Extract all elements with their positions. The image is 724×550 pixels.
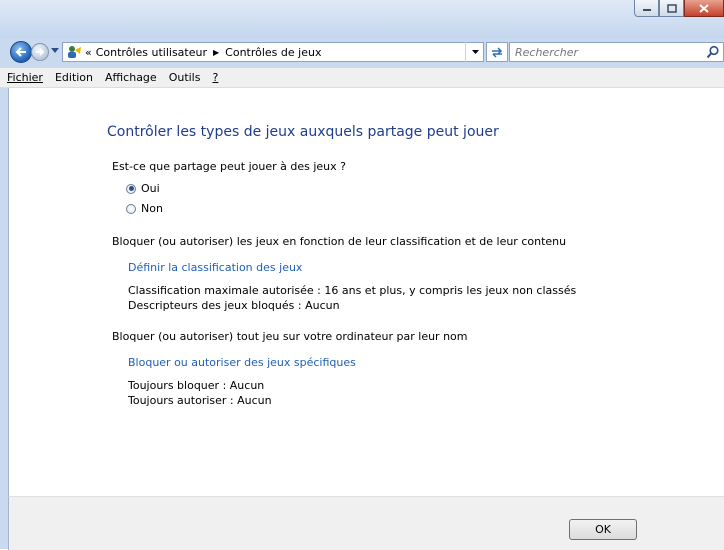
always-block-line: Toujours bloquer : Aucun — [128, 379, 265, 392]
breadcrumb-separator-icon[interactable]: ▶ — [213, 48, 219, 57]
close-button[interactable] — [684, 0, 724, 17]
close-icon — [699, 3, 709, 13]
minimize-icon — [642, 9, 651, 11]
maximize-icon — [666, 3, 677, 13]
back-arrow-icon — [15, 47, 26, 57]
breadcrumb-game-controls[interactable]: Contrôles de jeux — [225, 46, 321, 59]
max-rating-line: Classification maximale autorisée : 16 a… — [128, 284, 577, 297]
menu-help[interactable]: ? — [207, 71, 223, 84]
always-allow-line: Toujours autoriser : Aucun — [128, 394, 272, 407]
user-controls-icon — [68, 46, 81, 58]
menu-outils[interactable]: Outils — [164, 71, 206, 84]
menu-edition[interactable]: Edition — [50, 71, 98, 84]
radio-oui-button[interactable] — [126, 183, 136, 194]
set-game-rating-link[interactable]: Définir la classification des jeux — [128, 261, 302, 274]
minimize-button[interactable] — [634, 0, 659, 17]
menu-bar: Fichier Edition Affichage Outils ? — [0, 68, 724, 88]
maximize-button[interactable] — [659, 0, 684, 17]
recent-pages-icon[interactable] — [51, 48, 59, 54]
search-input[interactable] — [515, 45, 695, 59]
radio-non-button[interactable] — [126, 203, 136, 214]
search-box[interactable] — [509, 42, 724, 62]
radio-oui-label[interactable]: Oui — [141, 182, 160, 195]
menu-fichier[interactable]: Fichier — [2, 71, 48, 84]
address-bar[interactable]: « Contrôles utilisateur ▶ Contrôles de j… — [62, 42, 484, 62]
caption-buttons — [634, 0, 724, 18]
search-icon[interactable] — [706, 45, 720, 59]
radio-non[interactable]: Non — [126, 202, 163, 215]
content-area: Contrôler les types de jeux auxquels par… — [8, 88, 724, 496]
section-name-heading: Bloquer (ou autoriser) tout jeu sur votr… — [112, 330, 468, 343]
radio-selected-dot — [128, 186, 134, 191]
title-bar — [0, 0, 724, 38]
back-button[interactable] — [10, 41, 32, 63]
refresh-button[interactable] — [486, 42, 508, 62]
ok-button[interactable]: OK — [569, 519, 637, 540]
block-allow-games-link[interactable]: Bloquer ou autoriser des jeux spécifique… — [128, 356, 356, 369]
navigation-bar: « Contrôles utilisateur ▶ Contrôles de j… — [0, 40, 724, 64]
section-rating-heading: Bloquer (ou autoriser) les jeux en fonct… — [112, 235, 567, 248]
refresh-icon — [492, 47, 503, 58]
menu-affichage[interactable]: Affichage — [100, 71, 162, 84]
page-title: Contrôler les types de jeux auxquels par… — [107, 124, 499, 140]
footer: OK — [8, 496, 724, 550]
play-question: Est-ce que partage peut jouer à des jeux… — [112, 160, 346, 173]
chevron-down-icon — [471, 49, 479, 54]
breadcrumb-user-controls[interactable]: Contrôles utilisateur — [96, 46, 207, 59]
forward-button[interactable] — [31, 43, 49, 61]
address-overflow[interactable]: « — [85, 46, 92, 59]
window: « Contrôles utilisateur ▶ Contrôles de j… — [0, 0, 724, 550]
radio-non-label[interactable]: Non — [141, 202, 163, 215]
address-dropdown-button[interactable] — [465, 42, 484, 62]
forward-arrow-icon — [36, 48, 45, 56]
radio-oui[interactable]: Oui — [126, 182, 160, 195]
blocked-descriptors-line: Descripteurs des jeux bloqués : Aucun — [128, 299, 340, 312]
